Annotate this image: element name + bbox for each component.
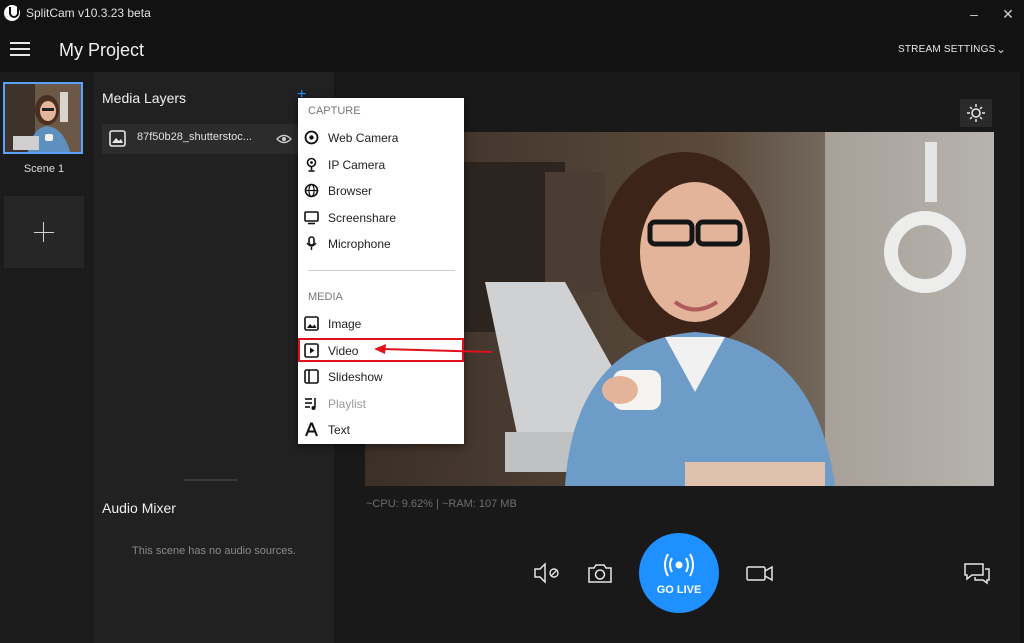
- media-layers-title: Media Layers: [102, 90, 187, 106]
- menu-item-label: Text: [328, 423, 351, 437]
- webcam-icon: [304, 130, 319, 145]
- title-bar: [0, 0, 1024, 28]
- mute-button[interactable]: [532, 560, 562, 586]
- chat-icon: [964, 563, 990, 585]
- text-icon: [305, 422, 318, 437]
- stream-settings-button[interactable]: STREAM SETTINGS: [898, 44, 995, 55]
- brightness-button[interactable]: [960, 99, 992, 127]
- menu-item-web-camera[interactable]: Web Camera: [300, 126, 462, 150]
- sun-icon: [967, 104, 985, 122]
- menu-item-text[interactable]: Text: [300, 418, 462, 442]
- plus-icon-bar: [34, 232, 54, 233]
- scrollbar[interactable]: [1020, 72, 1024, 643]
- menu-item-browser[interactable]: Browser: [300, 179, 462, 203]
- menu-item-microphone[interactable]: Microphone: [300, 232, 462, 256]
- broadcast-icon: [664, 553, 694, 577]
- image-icon: [304, 316, 319, 331]
- project-title: My Project: [59, 40, 145, 60]
- app-title: SplitCam v10.3.23 beta: [26, 6, 151, 20]
- menu-item-label: IP Camera: [328, 158, 386, 172]
- ip-camera-icon: [306, 157, 317, 172]
- menu-item-label: Browser: [328, 184, 373, 198]
- menu-section-media: MEDIA: [308, 291, 343, 303]
- scenes-panel: [0, 72, 94, 643]
- menu-item-slideshow[interactable]: Slideshow: [300, 365, 462, 389]
- red-arrow-icon: [374, 344, 493, 354]
- camera-icon: [588, 564, 612, 583]
- performance-stats: ~CPU: 9.62% | ~RAM: 107 MB: [366, 498, 517, 510]
- go-live-label: GO LIVE: [656, 584, 702, 596]
- screenshare-icon: [304, 211, 319, 225]
- menu-section-capture: CAPTURE: [308, 105, 361, 117]
- menu-item-playlist: Playlist: [300, 392, 462, 416]
- video-camera-icon: [746, 565, 773, 582]
- menu-item-screenshare[interactable]: Screenshare: [300, 206, 462, 230]
- playlist-icon: [305, 398, 316, 410]
- menu-item-label: Playlist: [328, 397, 367, 411]
- go-live-button[interactable]: [639, 533, 719, 613]
- globe-icon: [304, 183, 319, 198]
- menu-divider: [308, 270, 455, 271]
- speaker-muted-icon: [534, 562, 559, 584]
- menu-item-label: Microphone: [328, 237, 391, 251]
- menu-item-label: Web Camera: [328, 131, 399, 145]
- scene-thumbnail[interactable]: [3, 82, 83, 154]
- menu-item-label: Slideshow: [328, 370, 383, 384]
- layer-name: 87f50b28_shutterstoc...: [137, 131, 252, 143]
- snapshot-button[interactable]: [585, 560, 615, 586]
- splitcam-logo-icon: [4, 5, 20, 21]
- audio-mixer-title: Audio Mixer: [102, 500, 176, 516]
- chat-button[interactable]: [962, 560, 992, 586]
- eye-icon[interactable]: [276, 133, 292, 145]
- image-icon: [109, 130, 126, 147]
- close-button[interactable]: ✕: [998, 4, 1018, 24]
- scene-label: Scene 1: [23, 163, 65, 175]
- menu-item-label: Screenshare: [328, 211, 397, 225]
- menu-item-image[interactable]: Image: [300, 312, 462, 336]
- app-header: [0, 28, 1024, 72]
- slideshow-icon: [304, 369, 319, 384]
- hamburger-menu-icon[interactable]: [10, 42, 30, 56]
- audio-empty-message: This scene has no audio sources.: [132, 545, 296, 557]
- minimize-button[interactable]: –: [964, 4, 984, 24]
- chevron-down-icon[interactable]: ⌄: [996, 42, 1006, 56]
- panel-resize-handle[interactable]: [184, 479, 238, 481]
- microphone-icon: [306, 236, 317, 250]
- menu-item-label: Image: [328, 317, 362, 331]
- record-button[interactable]: [745, 560, 775, 586]
- menu-item-ip-camera[interactable]: IP Camera: [300, 153, 462, 177]
